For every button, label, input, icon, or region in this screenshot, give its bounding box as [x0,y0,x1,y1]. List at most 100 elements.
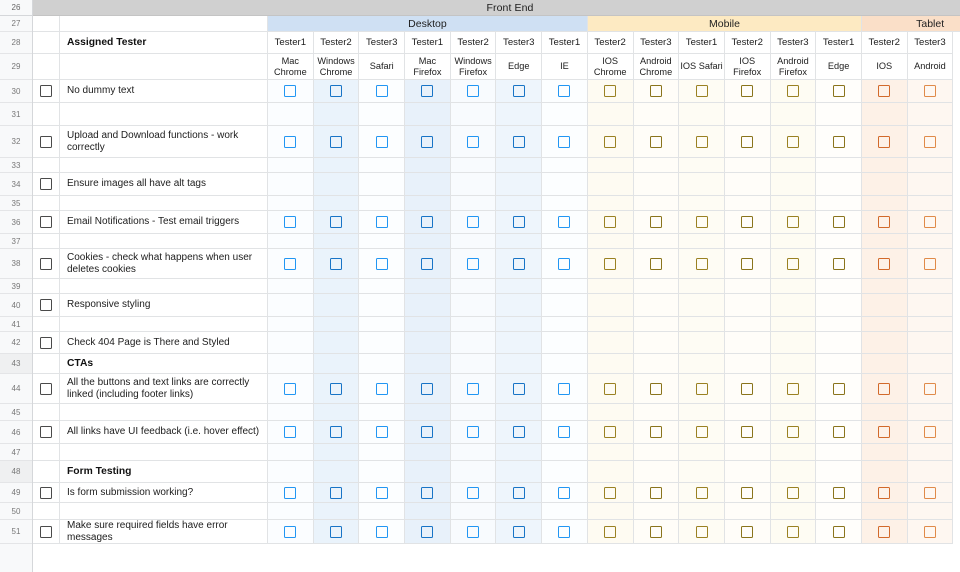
checkbox-icon[interactable] [741,85,754,97]
result-cell-49-11[interactable] [770,483,817,503]
checkbox-icon[interactable] [330,382,343,395]
result-cell-36-0[interactable] [268,211,314,234]
result-cell-51-9[interactable] [679,520,725,544]
result-cell-32-8[interactable] [633,126,680,158]
checkbox-icon[interactable] [421,525,434,538]
result-cell-51-6[interactable] [542,520,588,544]
result-cell-51-11[interactable] [770,520,817,544]
row-header-35[interactable]: 35 [0,196,32,211]
checkbox-icon[interactable] [467,257,480,270]
result-cell-51-14[interactable] [907,520,954,544]
checkbox-icon[interactable] [421,216,434,228]
checkbox-icon[interactable] [878,257,891,270]
result-cell-44-14[interactable] [907,374,954,404]
row-header-43[interactable]: 43 [0,354,32,374]
task-checkbox-cell[interactable] [33,211,60,234]
result-cell-36-3[interactable] [405,211,451,234]
result-cell-46-4[interactable] [450,421,497,444]
checkbox-icon[interactable] [421,426,434,438]
result-cell-30-13[interactable] [861,80,908,103]
checkbox-icon[interactable] [741,216,754,228]
result-cell-38-4[interactable] [450,249,497,279]
row-header-42[interactable]: 42 [0,332,32,354]
result-cell-46-10[interactable] [724,421,771,444]
result-cell-38-13[interactable] [861,249,908,279]
checkbox-icon[interactable] [375,486,388,499]
result-cell-36-10[interactable] [724,211,771,234]
checkbox-icon[interactable] [832,257,845,270]
checkbox-icon[interactable] [741,135,754,148]
result-cell-51-10[interactable] [724,520,771,544]
checkbox-icon[interactable] [695,135,708,148]
row-header-32[interactable]: 32 [0,126,32,158]
result-cell-46-8[interactable] [633,421,680,444]
row-header-28[interactable]: 28 [0,32,32,54]
checkbox-icon[interactable] [330,426,343,438]
checkbox-icon[interactable] [467,426,480,438]
result-cell-32-11[interactable] [770,126,817,158]
result-cell-51-3[interactable] [405,520,451,544]
checkbox-icon[interactable] [878,486,891,499]
result-cell-44-0[interactable] [268,374,314,404]
row-header-40[interactable]: 40 [0,294,32,317]
result-cell-38-5[interactable] [496,249,543,279]
result-cell-44-10[interactable] [724,374,771,404]
result-cell-36-13[interactable] [861,211,908,234]
checkbox-icon[interactable] [421,257,434,270]
checkbox-icon[interactable] [786,257,799,270]
result-cell-32-13[interactable] [861,126,908,158]
result-cell-49-10[interactable] [724,483,771,503]
result-cell-49-3[interactable] [405,483,451,503]
result-cell-36-1[interactable] [313,211,360,234]
result-cell-32-5[interactable] [496,126,543,158]
task-checkbox-cell[interactable] [33,126,60,158]
result-cell-44-1[interactable] [313,374,360,404]
result-cell-36-8[interactable] [633,211,680,234]
checkbox-icon[interactable] [40,382,52,395]
task-checkbox-cell[interactable] [33,421,60,444]
result-cell-30-2[interactable] [359,80,406,103]
result-cell-36-11[interactable] [770,211,817,234]
result-cell-32-4[interactable] [450,126,497,158]
result-cell-38-1[interactable] [313,249,360,279]
checkbox-icon[interactable] [558,426,571,438]
row-header-48[interactable]: 48 [0,461,32,483]
checkbox-icon[interactable] [558,257,571,270]
row-header-31[interactable]: 31 [0,103,32,126]
checkbox-icon[interactable] [695,382,708,395]
row-header-47[interactable]: 47 [0,444,32,461]
checkbox-icon[interactable] [284,135,297,148]
result-cell-46-13[interactable] [861,421,908,444]
checkbox-icon[interactable] [284,426,297,438]
checkbox-icon[interactable] [40,299,52,311]
result-cell-36-6[interactable] [542,211,588,234]
checkbox-icon[interactable] [786,382,799,395]
checkbox-icon[interactable] [741,525,754,538]
task-checkbox-cell[interactable] [33,374,60,404]
checkbox-icon[interactable] [467,85,480,97]
row-header-34[interactable]: 34 [0,173,32,196]
checkbox-icon[interactable] [558,486,571,499]
row-header-41[interactable]: 41 [0,317,32,332]
checkbox-icon[interactable] [695,85,708,97]
checkbox-icon[interactable] [558,135,571,148]
result-cell-44-5[interactable] [496,374,543,404]
result-cell-30-0[interactable] [268,80,314,103]
result-cell-32-12[interactable] [816,126,862,158]
checkbox-icon[interactable] [375,85,388,97]
checkbox-icon[interactable] [923,525,936,538]
row-header-44[interactable]: 44 [0,374,32,404]
checkbox-icon[interactable] [284,525,297,538]
result-cell-30-9[interactable] [679,80,725,103]
checkbox-icon[interactable] [421,85,434,97]
result-cell-44-11[interactable] [770,374,817,404]
result-cell-38-3[interactable] [405,249,451,279]
result-cell-51-7[interactable] [587,520,634,544]
checkbox-icon[interactable] [512,486,525,499]
result-cell-36-12[interactable] [816,211,862,234]
checkbox-icon[interactable] [878,85,891,97]
checkbox-icon[interactable] [40,135,52,148]
result-cell-46-1[interactable] [313,421,360,444]
checkbox-icon[interactable] [923,216,936,228]
result-cell-51-4[interactable] [450,520,497,544]
